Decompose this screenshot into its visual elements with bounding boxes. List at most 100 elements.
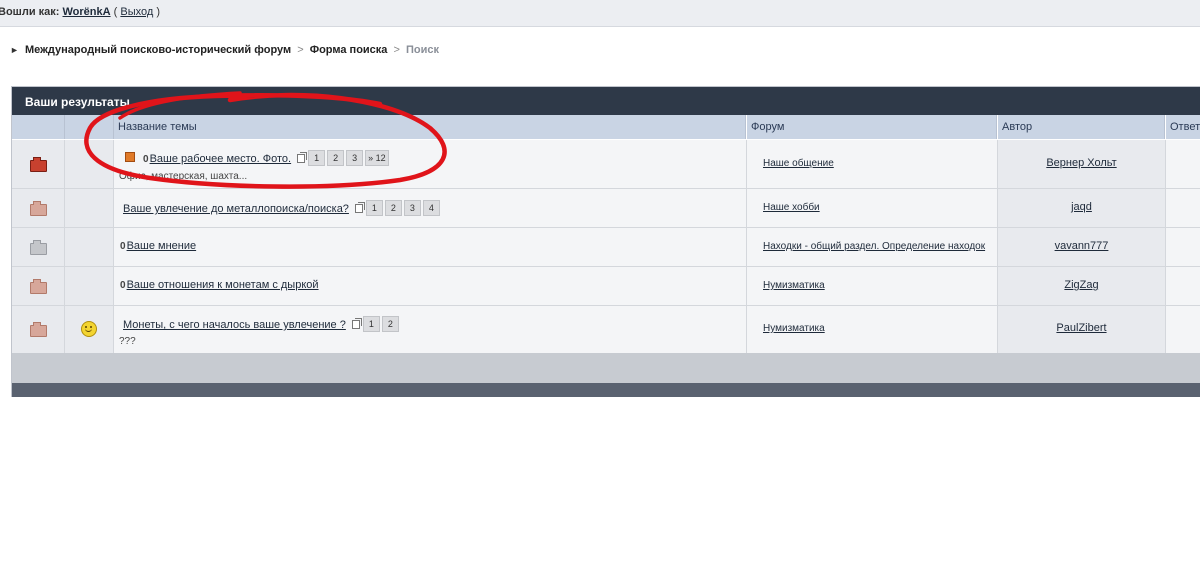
locked-folder-icon — [30, 240, 47, 255]
pages-icon — [351, 318, 362, 329]
row-author-cell: ZigZag — [998, 267, 1166, 305]
attachment-icon: 0 — [120, 280, 126, 291]
user-link[interactable]: WorënkA — [63, 6, 111, 18]
topic-link[interactable]: Ваше увлечение до металлопоиска/поиска? — [123, 203, 349, 215]
row-icon-cell — [12, 306, 65, 353]
topic-description: ??? — [119, 336, 136, 347]
page-link[interactable]: 2 — [327, 150, 345, 166]
page-link[interactable]: 1 — [308, 150, 326, 166]
breadcrumb-separator: > — [297, 44, 304, 56]
row-emoticon-cell — [65, 267, 114, 305]
row-replies-cell — [1166, 140, 1200, 188]
row-forum-cell: Нумизматика — [747, 267, 998, 305]
results-footer-bar — [12, 383, 1200, 397]
row-forum-cell: Нумизматика — [747, 306, 998, 353]
row-topic-cell: 0Ваше мнение — [114, 228, 747, 266]
page-link[interactable]: 3 — [403, 200, 421, 216]
page-link[interactable]: 4 — [422, 200, 440, 216]
forum-link[interactable]: Наше хобби — [763, 202, 820, 213]
row-author-cell: Вернер Хольт — [998, 140, 1166, 188]
row-icon-cell — [12, 140, 65, 188]
row-topic-cell: 0Ваше отношения к монетам с дыркой — [114, 267, 747, 305]
author-link[interactable]: vavann777 — [998, 240, 1165, 252]
row-replies-cell — [1166, 189, 1200, 227]
topic-link[interactable]: Монеты, с чего началось ваше увлечение ? — [123, 319, 346, 331]
row-replies-cell — [1166, 306, 1200, 353]
breadcrumb: ► Международный поисково-исторический фо… — [10, 44, 439, 56]
table-row: 0Ваше рабочее место. Фото. 1 2 3» 12 Офис, … — [12, 140, 1200, 189]
attachment-icon: 0 — [143, 154, 149, 165]
breadcrumb-search-form[interactable]: Форма поиска — [310, 44, 388, 56]
row-topic-cell: Монеты, с чего началось ваше увлечение ?… — [114, 306, 747, 353]
folder-icon — [30, 279, 47, 294]
breadcrumb-current: Поиск — [405, 44, 439, 56]
pages-icon — [354, 202, 365, 213]
topic-link[interactable]: Ваше мнение — [127, 240, 197, 252]
breadcrumb-arrow-icon: ► — [10, 45, 19, 55]
logout-link[interactable]: Выход — [120, 6, 153, 18]
row-forum-cell: Наше общение — [747, 140, 998, 188]
row-emoticon-cell — [65, 140, 114, 188]
row-replies-cell — [1166, 267, 1200, 305]
folder-icon — [30, 201, 47, 216]
new-post-icon[interactable] — [125, 152, 135, 162]
row-emoticon-cell — [65, 228, 114, 266]
column-header-replies[interactable]: Ответ — [1166, 115, 1200, 139]
forum-link[interactable]: Нумизматика — [763, 323, 825, 334]
row-replies-cell — [1166, 228, 1200, 266]
results-panel: Ваши результаты Название темы Форум Авто… — [11, 86, 1200, 397]
row-topic-cell: Ваше увлечение до металлопоиска/поиска? 1… — [114, 189, 747, 227]
row-forum-cell: Наше хобби — [747, 189, 998, 227]
row-author-cell: jaqd — [998, 189, 1166, 227]
author-link[interactable]: jaqd — [998, 201, 1165, 213]
table-row: Ваше увлечение до металлопоиска/поиска? 1… — [12, 189, 1200, 228]
login-status: Вошли как: WorënkA ( Выход ) — [0, 6, 160, 18]
column-header-forum[interactable]: Форум — [747, 115, 997, 139]
author-link[interactable]: PaulZibert — [998, 322, 1165, 334]
page-link[interactable]: 1 — [362, 316, 380, 332]
page-link[interactable]: » 12 — [365, 150, 389, 166]
smiley-icon — [81, 321, 97, 337]
column-header-emoticon — [65, 115, 114, 139]
topic-link[interactable]: Ваше рабочее место. Фото. — [150, 153, 292, 165]
results-header: Ваши результаты — [12, 87, 1200, 115]
page-link[interactable]: 2 — [384, 200, 402, 216]
column-header-topic[interactable]: Название темы — [114, 115, 746, 139]
results-title: Ваши результаты — [25, 95, 130, 109]
row-emoticon-cell — [65, 189, 114, 227]
breadcrumb-separator: > — [393, 44, 400, 56]
open-paren: ( — [113, 6, 118, 18]
column-header-author[interactable]: Автор — [998, 115, 1165, 139]
column-header-icon — [12, 115, 65, 139]
pages-icon — [297, 152, 308, 163]
results-footer — [12, 353, 1200, 383]
page-link[interactable]: 3 — [346, 150, 364, 166]
row-author-cell: PaulZibert — [998, 306, 1166, 353]
table-row: 0Ваше мнение Находки - общий раздел. Опр… — [12, 228, 1200, 267]
top-bar: Вошли как: WorënkA ( Выход ) — [0, 0, 1200, 27]
table-row: Монеты, с чего началось ваше увлечение ?… — [12, 306, 1200, 354]
row-emoticon-cell — [65, 306, 114, 353]
row-icon-cell — [12, 189, 65, 227]
author-link[interactable]: ZigZag — [998, 279, 1165, 291]
page-link[interactable]: 2 — [381, 316, 399, 332]
row-forum-cell: Находки - общий раздел. Определение нахо… — [747, 228, 998, 266]
hot-folder-icon — [30, 157, 47, 172]
folder-icon — [30, 322, 47, 337]
row-author-cell: vavann777 — [998, 228, 1166, 266]
forum-link[interactable]: Нумизматика — [763, 280, 825, 291]
breadcrumb-forum-home[interactable]: Международный поисково-исторический фору… — [25, 44, 291, 56]
row-topic-cell: 0Ваше рабочее место. Фото. 1 2 3» 12 Офис, … — [114, 140, 747, 188]
forum-link[interactable]: Находки - общий раздел. Определение нахо… — [763, 241, 985, 252]
row-icon-cell — [12, 267, 65, 305]
forum-link[interactable]: Наше общение — [763, 158, 834, 169]
author-link[interactable]: Вернер Хольт — [998, 157, 1165, 169]
page-link[interactable]: 1 — [365, 200, 383, 216]
login-prefix: Вошли как: — [0, 6, 60, 18]
table-row: 0Ваше отношения к монетам с дыркой Нумиз… — [12, 267, 1200, 306]
attachment-icon: 0 — [120, 241, 126, 252]
close-paren: ) — [156, 6, 161, 18]
topic-description: Офис, мастерская, шахта... — [119, 171, 248, 182]
row-icon-cell — [12, 228, 65, 266]
topic-link[interactable]: Ваше отношения к монетам с дыркой — [127, 279, 319, 291]
